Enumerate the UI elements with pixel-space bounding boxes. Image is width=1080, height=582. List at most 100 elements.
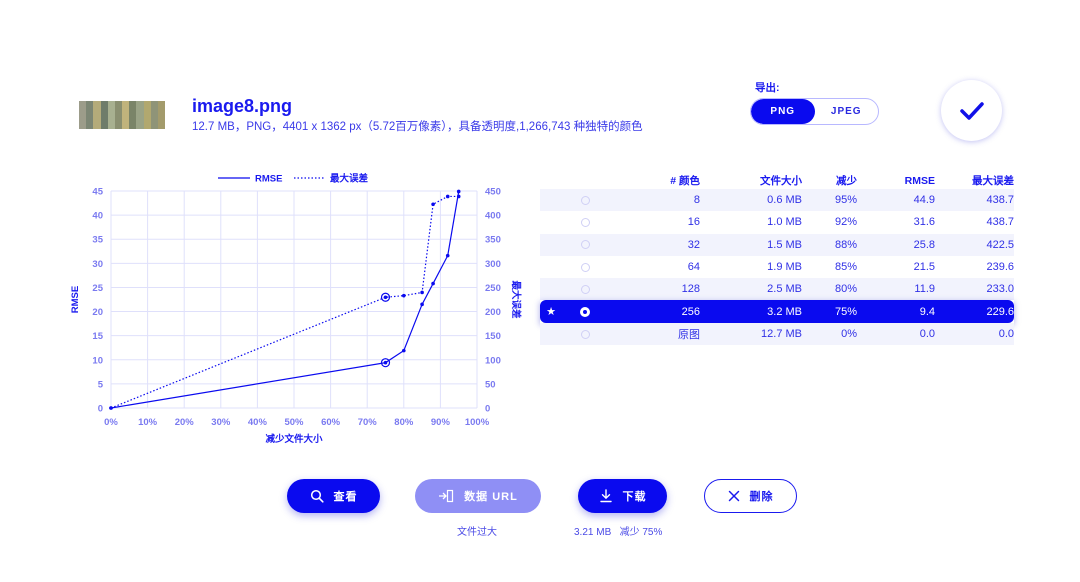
cell-colors: 32: [608, 233, 700, 256]
cell-max-error: 239.6: [935, 255, 1014, 279]
data-url-button-label: 数据 URL: [464, 491, 518, 503]
cell-colors: 8: [608, 189, 700, 212]
max-error-point: [383, 295, 388, 300]
format-png-option[interactable]: PNG: [751, 99, 815, 124]
header-rmse: RMSE: [904, 174, 935, 187]
cell-rmse: 11.9: [857, 278, 935, 301]
max-error-point: [402, 293, 406, 298]
y-tick-label: 0: [98, 404, 103, 415]
radio-button[interactable]: [580, 262, 590, 272]
row-radio[interactable]: [562, 322, 608, 346]
view-button-label: 查看: [333, 491, 358, 503]
y-tick-label: 10: [92, 355, 103, 366]
x-tick-label: 30%: [211, 417, 231, 428]
header-colors: # 颜色: [670, 175, 700, 187]
search-icon: [310, 489, 324, 503]
cell-reduction: 95%: [802, 189, 857, 212]
cell-rmse: 21.5: [857, 255, 935, 279]
header-size: 文件大小: [760, 175, 802, 187]
radio-button[interactable]: [580, 306, 590, 317]
cell-file-size: 1.0 MB: [700, 211, 802, 234]
table-row[interactable]: 16 1.0 MB 92% 31.6 438.7: [540, 211, 1014, 234]
cell-file-size: 12.7 MB: [700, 322, 802, 346]
cell-rmse: 44.9: [857, 189, 935, 212]
table-header: # 颜色 文件大小 减少 RMSE 最大误差: [540, 172, 1014, 189]
row-radio[interactable]: [562, 233, 608, 256]
palette-table: # 颜色 文件大小 减少 RMSE 最大误差 8 0.6 MB 95% 44.9 438…: [540, 172, 1014, 346]
check-icon: [959, 101, 984, 120]
row-radio[interactable]: [562, 255, 608, 279]
x-tick-label: 60%: [321, 417, 341, 428]
table-row[interactable]: 原图 12.7 MB 0% 0.0 0.0: [540, 322, 1014, 346]
table-row[interactable]: 8 0.6 MB 95% 44.9 438.7: [540, 189, 1014, 212]
delete-button-label: 删除: [749, 491, 774, 503]
max-error-point: [420, 290, 424, 295]
row-radio[interactable]: [562, 300, 608, 323]
export-icon: [439, 489, 454, 503]
rmse-point: [383, 360, 388, 365]
rmse-point: [456, 189, 461, 194]
legend-rmse-label: RMSE: [255, 174, 282, 185]
max-error-point: [445, 194, 450, 199]
y2-tick-label: 200: [485, 307, 501, 318]
table-row[interactable]: 128 2.5 MB 80% 11.9 233.0: [540, 278, 1014, 301]
delete-button[interactable]: 删除: [704, 479, 797, 513]
quality-chart: 0% 10% 20% 30% 40% 50% 60% 70% 80% 90% 100% 0 5 10 15 2…: [70, 173, 522, 446]
radio-button[interactable]: [580, 195, 590, 205]
cell-max-error: 233.0: [935, 278, 1014, 301]
radio-button[interactable]: [580, 240, 590, 250]
format-jpeg-option[interactable]: JPEG: [815, 99, 879, 124]
y2-axis-label: 最大误差: [510, 280, 522, 319]
y-tick-label: 5: [98, 379, 104, 390]
image-thumbnail: [79, 101, 165, 129]
table-row[interactable]: 32 1.5 MB 88% 25.8 422.5: [540, 233, 1014, 256]
favorite-star-icon: ★: [540, 300, 562, 323]
rmse-point: [402, 348, 406, 353]
cell-rmse: 31.6: [857, 211, 935, 234]
cell-max-error: 0.0: [935, 322, 1014, 346]
radio-button[interactable]: [580, 284, 590, 294]
download-icon: [599, 489, 612, 503]
max-error-point: [431, 202, 435, 207]
row-radio[interactable]: [562, 189, 608, 212]
cell-colors: 原图: [608, 322, 700, 346]
y2-tick-label: 100: [485, 355, 501, 366]
cell-colors: 16: [608, 211, 700, 234]
y2-tick-label: 350: [485, 235, 501, 246]
favorite-star-icon: [540, 233, 562, 256]
table-row[interactable]: ★ 256 3.2 MB 75% 9.4 229.6: [540, 300, 1014, 323]
x-tick-label: 80%: [394, 417, 414, 428]
radio-button[interactable]: [580, 218, 590, 228]
row-radio[interactable]: [562, 211, 608, 234]
x-tick-label: 0%: [104, 417, 118, 428]
x-tick-label: 90%: [431, 417, 451, 428]
download-button[interactable]: 下载: [578, 479, 667, 513]
header-reduction: 减少: [836, 175, 857, 187]
cell-file-size: 2.5 MB: [700, 278, 802, 301]
download-note: 3.21 MB 减少 75%: [574, 527, 663, 538]
file-details: 12.7 MB，PNG，4401 x 1362 px（5.72百万像素），具备透…: [192, 121, 643, 133]
radio-button[interactable]: [580, 329, 590, 339]
row-radio[interactable]: [562, 278, 608, 301]
cell-reduction: 85%: [802, 255, 857, 279]
y2-tick-label: 250: [485, 283, 501, 294]
cell-reduction: 0%: [802, 322, 857, 346]
cell-colors: 256: [608, 300, 700, 323]
rmse-point: [445, 253, 450, 258]
view-button[interactable]: 查看: [287, 479, 380, 513]
cell-colors: 64: [608, 255, 700, 279]
rmse-point: [420, 302, 424, 307]
y-tick-label: 15: [92, 331, 103, 342]
x-tick-label: 100%: [465, 417, 490, 428]
y-tick-label: 20: [92, 307, 103, 318]
confirm-button[interactable]: [941, 80, 1002, 141]
y2-tick-label: 400: [485, 211, 501, 222]
data-url-button[interactable]: 数据 URL: [415, 479, 541, 513]
legend-max-error-label: 最大误差: [330, 173, 369, 185]
y2-tick-label: 50: [485, 379, 496, 390]
table-row[interactable]: 64 1.9 MB 85% 21.5 239.6: [540, 255, 1014, 279]
y2-tick-label: 450: [485, 187, 501, 198]
cell-file-size: 3.2 MB: [700, 300, 802, 323]
cell-max-error: 422.5: [935, 233, 1014, 256]
cell-reduction: 92%: [802, 211, 857, 234]
